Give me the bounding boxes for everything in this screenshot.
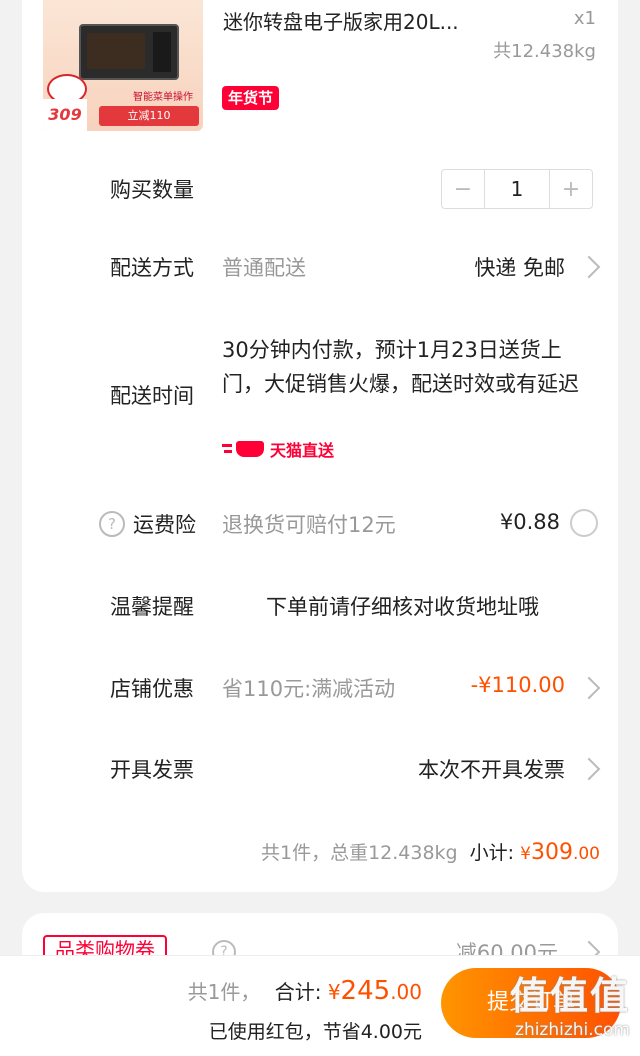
quantity-label: 购买数量 xyxy=(110,178,194,202)
delivery-time-text: 30分钟内付款，预计1月23日送货上门，大促销售火爆，配送时效或有延迟 xyxy=(222,338,579,396)
order-summary: 共1件，总重12.438kg 小计: ¥309.00 xyxy=(261,838,600,865)
insurance-label: 运费险 xyxy=(133,513,196,537)
reminder-label: 温馨提醒 xyxy=(110,595,194,619)
total-amount: 245 xyxy=(340,976,391,1006)
insurance-description: 退换货可赔付12元 xyxy=(222,513,396,537)
total-count: 共1件， xyxy=(187,980,261,1004)
product-quantity-mark: x1 xyxy=(573,8,596,29)
product-title[interactable]: 迷你转盘电子版家用20L... xyxy=(223,6,459,35)
submit-order-button[interactable]: 提交订单 xyxy=(441,968,621,1038)
festival-badge: 年货节 xyxy=(222,86,280,110)
thumb-promo-top: 智能菜单操作 xyxy=(133,92,193,103)
insurance-radio[interactable] xyxy=(570,509,598,537)
microwave-image xyxy=(79,24,179,80)
subtotal-amount: 309 xyxy=(530,840,573,865)
delivery-time-label: 配送时间 xyxy=(110,384,194,408)
increment-button[interactable]: + xyxy=(549,170,592,208)
thumb-price: 309 xyxy=(43,99,87,131)
quantity-stepper: − 1 + xyxy=(441,169,593,209)
subtotal-decimal: .00 xyxy=(572,844,600,864)
decrement-button[interactable]: − xyxy=(442,170,485,208)
shipping-label: 配送方式 xyxy=(110,256,194,280)
quantity-value[interactable]: 1 xyxy=(485,170,549,208)
total-decimal: .00 xyxy=(390,980,422,1004)
summary-count-weight: 共1件，总重12.438kg xyxy=(260,842,458,864)
savings-text: 已使用红包，节省4.00元 xyxy=(208,1021,422,1043)
tmall-icon xyxy=(222,439,266,459)
reminder-text: 下单前请仔细核对收货地址哦 xyxy=(266,595,539,619)
store-discount-amount[interactable]: -¥110.00 xyxy=(471,673,565,697)
subtotal-label: 小计: xyxy=(469,842,515,864)
thumb-promo: 立减110 xyxy=(99,106,199,126)
tmall-direct: 天猫直送 xyxy=(222,437,334,461)
invoice-label: 开具发票 xyxy=(110,758,194,782)
total-label: 合计: xyxy=(274,980,322,1004)
total-line: 共1件， 合计: ¥245.00 xyxy=(188,976,422,1006)
help-icon[interactable]: ? xyxy=(99,511,125,537)
shipping-option[interactable]: 快递 免邮 xyxy=(474,252,565,282)
total-currency: ¥ xyxy=(327,980,341,1004)
product-weight: 共12.438kg xyxy=(493,41,596,62)
shipping-method: 普通配送 xyxy=(222,256,306,280)
subtotal-currency: ¥ xyxy=(520,844,531,864)
product-thumbnail[interactable]: 309 智能菜单操作 立减110 xyxy=(43,0,203,131)
invoice-value[interactable]: 本次不开具发票 xyxy=(418,754,565,784)
store-discount-label: 店铺优惠 xyxy=(110,677,194,701)
store-discount-description: 省110元:满减活动 xyxy=(222,677,396,701)
insurance-price: ¥0.88 xyxy=(499,510,560,534)
tmall-direct-label: 天猫直送 xyxy=(270,441,335,460)
